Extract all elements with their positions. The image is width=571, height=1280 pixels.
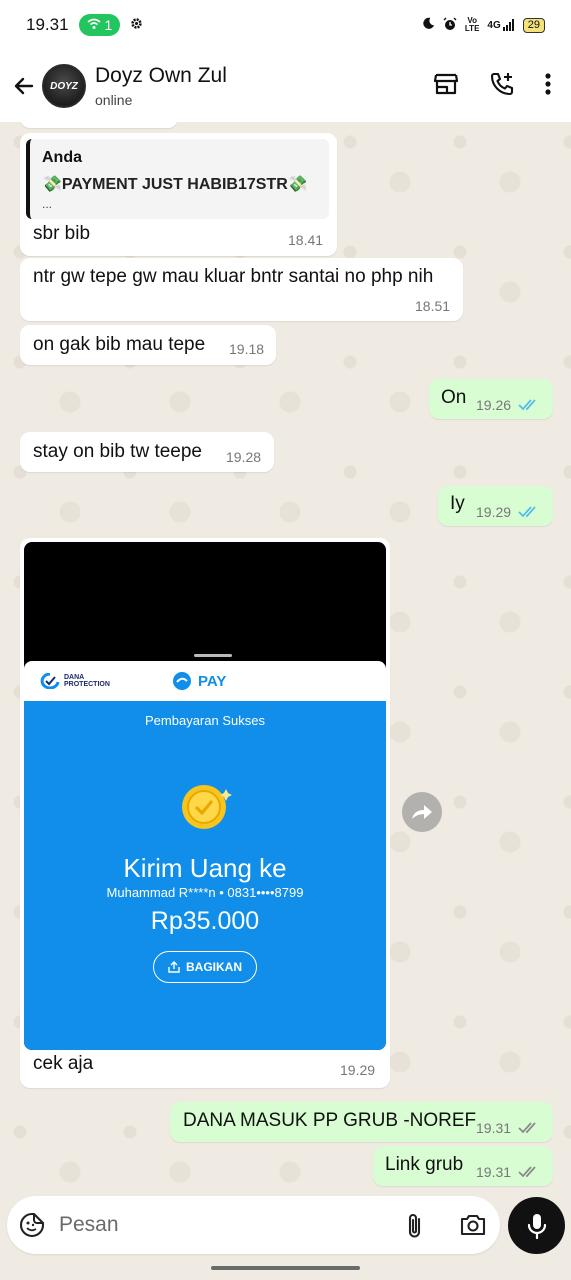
image-caption: cek aja [33,1053,94,1074]
microphone-button[interactable] [508,1197,565,1254]
quoted-ellipsis: ... [42,197,53,211]
message-time: 19.31 [476,1120,512,1136]
chat-area[interactable]: Anda 💸PAYMENT JUST HABIB17STR💸 ... sbr b… [0,122,571,1194]
quoted-message[interactable]: Anda 💸PAYMENT JUST HABIB17STR💸 ... [26,139,329,219]
message-time: 19.31 [476,1164,512,1180]
quoted-sender: Anda [42,149,82,166]
message-time: 19.29 [476,504,512,520]
image-message-bubble[interactable]: DANA PROTECTION PAY Pembayaran Sukses Ki… [20,538,390,1088]
contact-status: online [95,92,133,108]
status-time: 19.31 [26,15,69,34]
moon-icon [422,17,435,33]
message-bubble-outgoing[interactable]: DANA MASUK PP GRUB -NOREF 19.31 [170,1102,553,1142]
receipt-body: Pembayaran Sukses Kirim Uang ke Muhammad… [24,701,386,1050]
quoted-text: 💸PAYMENT JUST HABIB17STR💸 [42,176,308,193]
contact-avatar[interactable]: DOYZ [42,64,86,108]
transfer-recipient: Muhammad R****n • 0831••••8799 [106,885,304,900]
message-text: DANA MASUK PP GRUB -NOREF [183,1110,477,1131]
chat-header: DOYZ Doyz Own Zul online [0,50,571,122]
sticker-emoji-icon[interactable] [19,1212,45,1243]
home-gesture-handle[interactable] [211,1266,360,1270]
read-receipt-icon [518,399,536,411]
hotspot-icon [87,17,101,33]
attach-paperclip-icon[interactable] [405,1212,425,1245]
camera-icon[interactable] [459,1213,487,1242]
message-compose-box[interactable] [7,1196,500,1254]
delivered-receipt-icon [518,1166,536,1178]
message-time: 19.29 [340,1062,376,1078]
transfer-title: Kirim Uang ke [123,853,287,883]
payment-status: Pembayaran Sukses [145,713,265,728]
message-text: On [441,387,467,408]
message-bubble-incoming[interactable]: on gak bib mau tepe 19.18 [20,325,276,365]
volte-indicator: Vo LTE [464,16,480,33]
message-bubble-outgoing[interactable]: On 19.26 [429,379,553,419]
more-options-icon[interactable] [545,72,551,101]
storefront-icon[interactable] [433,71,459,102]
back-arrow-icon[interactable] [6,74,42,98]
read-receipt-icon [518,506,536,518]
hotspot-count: 1 [104,17,113,33]
message-time: 18.51 [415,298,451,314]
message-bubble-incoming[interactable]: Anda 💸PAYMENT JUST HABIB17STR💸 ... sbr b… [20,133,337,256]
contact-name: Doyz Own Zul [95,64,227,87]
message-time: 19.18 [229,341,265,357]
signal-icon: 4G [487,19,514,31]
share-icon [168,961,180,973]
navigation-bar [0,1258,571,1280]
hotspot-indicator: 1 [78,14,121,36]
message-text: on gak bib mau tepe [33,334,206,355]
delivered-receipt-icon [518,1122,536,1134]
status-bar: 19.31 1 Vo LTE 4G 29 [0,0,571,50]
message-time: 19.28 [226,449,262,465]
dana-protection-logo: DANA PROTECTION [40,673,110,689]
message-input[interactable] [59,1206,389,1244]
message-time: 18.41 [288,232,324,248]
contact-info[interactable]: Doyz Own Zul online [95,64,227,108]
battery-indicator: 29 [522,17,545,33]
payment-receipt-image[interactable]: DANA PROTECTION PAY Pembayaran Sukses Ki… [24,542,386,1050]
message-text: sbr bib [33,223,91,244]
forward-icon[interactable] [402,792,442,832]
alarm-icon [443,17,457,34]
message-text: ntr gw tepe gw mau kluar bntr santai no … [33,266,434,287]
message-bubble-incoming[interactable]: stay on bib tw teepe 19.28 [20,432,274,472]
message-bubble-incoming[interactable]: ntr gw tepe gw mau kluar bntr santai no … [20,258,463,321]
message-bubble-partial[interactable] [20,122,178,128]
message-text: stay on bib tw teepe [33,441,202,462]
message-input-bar [0,1194,571,1258]
add-call-icon[interactable] [489,71,515,102]
sheet-handle [194,654,232,657]
message-bubble-outgoing[interactable]: Link grub 19.31 [373,1146,553,1186]
transfer-amount: Rp35.000 [150,907,260,935]
message-time: 19.26 [476,397,512,413]
microphone-icon [527,1213,546,1239]
success-check-icon [180,783,232,831]
dana-pay-logo: PAY [172,671,226,691]
receipt-header: DANA PROTECTION PAY [24,661,386,701]
message-text: Link grub [385,1154,464,1175]
message-bubble-outgoing[interactable]: Iy 19.29 [438,486,553,526]
settings-gear-icon [130,17,143,33]
share-button: BAGIKAN [153,951,257,983]
message-text: Iy [450,493,465,514]
